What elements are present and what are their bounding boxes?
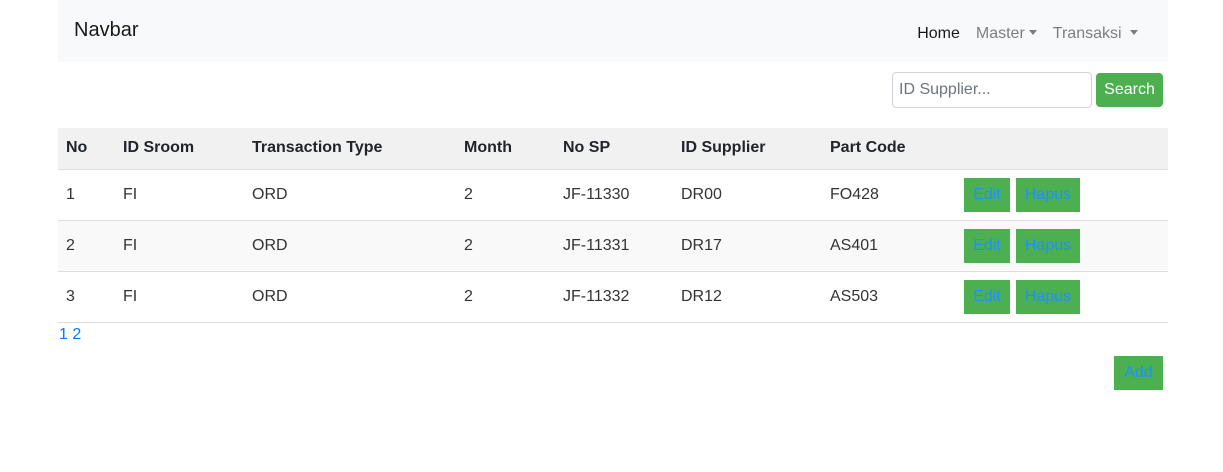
cell-actions: Edit Hapus bbox=[956, 220, 1168, 271]
cell-month: 2 bbox=[464, 287, 473, 305]
pagination: 1 2 bbox=[59, 326, 81, 344]
add-button[interactable]: Add bbox=[1114, 356, 1163, 390]
chevron-down-icon bbox=[1028, 30, 1037, 35]
nav-item-home[interactable]: Home bbox=[909, 24, 968, 44]
cell-id-supplier: DR00 bbox=[681, 185, 722, 203]
page-link-1[interactable]: 1 bbox=[59, 326, 68, 343]
cell-no: 3 bbox=[66, 287, 75, 305]
cell-actions: Edit Hapus bbox=[956, 169, 1168, 220]
transactions-table: No ID Sroom Transaction Type Month No SP… bbox=[58, 128, 1168, 323]
cell-part-code: AS401 bbox=[830, 236, 879, 254]
edit-button[interactable]: Edit bbox=[964, 279, 1010, 314]
search-button[interactable]: Search bbox=[1096, 73, 1163, 107]
page-container: Navbar Home Master Transaksi Search No I… bbox=[58, 0, 1168, 472]
column-header-month: Month bbox=[456, 128, 555, 170]
navbar: Navbar Home Master Transaksi bbox=[58, 0, 1168, 62]
nav-item-master[interactable]: Master bbox=[968, 24, 1045, 44]
delete-button[interactable]: Hapus bbox=[1016, 177, 1080, 212]
delete-button[interactable]: Hapus bbox=[1016, 228, 1080, 263]
column-header-actions bbox=[956, 128, 1168, 170]
cell-id-sroom: FI bbox=[123, 287, 138, 305]
cell-part-code: FO428 bbox=[830, 185, 879, 203]
cell-no: 1 bbox=[66, 185, 75, 203]
table-row: 2 FI ORD 2 JF-11331 DR17 AS401 Edit Hapus bbox=[58, 220, 1168, 271]
column-header-id-supplier: ID Supplier bbox=[673, 128, 822, 170]
cell-id-supplier: DR17 bbox=[681, 236, 722, 254]
nav-item-master-label: Master bbox=[975, 25, 1025, 42]
navbar-brand[interactable]: Navbar bbox=[74, 18, 138, 42]
nav-item-transaksi[interactable]: Transaksi bbox=[1045, 24, 1146, 44]
table-header-row: No ID Sroom Transaction Type Month No SP… bbox=[58, 128, 1168, 170]
column-header-no-sp: No SP bbox=[555, 128, 673, 170]
cell-month: 2 bbox=[464, 236, 473, 254]
cell-no: 2 bbox=[66, 236, 75, 254]
cell-transaction-type: ORD bbox=[252, 287, 288, 305]
chevron-down-icon bbox=[1130, 30, 1138, 35]
cell-part-code: AS503 bbox=[830, 287, 879, 305]
cell-transaction-type: ORD bbox=[252, 185, 288, 203]
table-row: 1 FI ORD 2 JF-11330 DR00 FO428 Edit Hapus bbox=[58, 169, 1168, 220]
page-link-2[interactable]: 2 bbox=[72, 326, 81, 343]
cell-no-sp: JF-11331 bbox=[563, 236, 630, 254]
cell-no-sp: JF-11330 bbox=[563, 185, 630, 203]
edit-button[interactable]: Edit bbox=[964, 228, 1010, 263]
cell-no-sp: JF-11332 bbox=[563, 287, 630, 305]
column-header-no: No bbox=[58, 128, 115, 170]
column-header-part-code: Part Code bbox=[822, 128, 956, 170]
cell-actions: Edit Hapus bbox=[956, 271, 1168, 322]
delete-button[interactable]: Hapus bbox=[1016, 279, 1080, 314]
nav-item-transaksi-label: Transaksi bbox=[1052, 25, 1122, 42]
column-header-id-sroom: ID Sroom bbox=[115, 128, 244, 170]
cell-id-supplier: DR12 bbox=[681, 287, 722, 305]
cell-id-sroom: FI bbox=[123, 185, 138, 203]
table-row: 3 FI ORD 2 JF-11332 DR12 AS503 Edit Hapus bbox=[58, 271, 1168, 322]
search-input[interactable] bbox=[892, 72, 1092, 108]
nav-menu: Home Master Transaksi bbox=[909, 24, 1146, 44]
edit-button[interactable]: Edit bbox=[964, 177, 1010, 212]
column-header-transaction-type: Transaction Type bbox=[244, 128, 456, 170]
cell-id-sroom: FI bbox=[123, 236, 138, 254]
cell-month: 2 bbox=[464, 185, 473, 203]
cell-transaction-type: ORD bbox=[252, 236, 288, 254]
